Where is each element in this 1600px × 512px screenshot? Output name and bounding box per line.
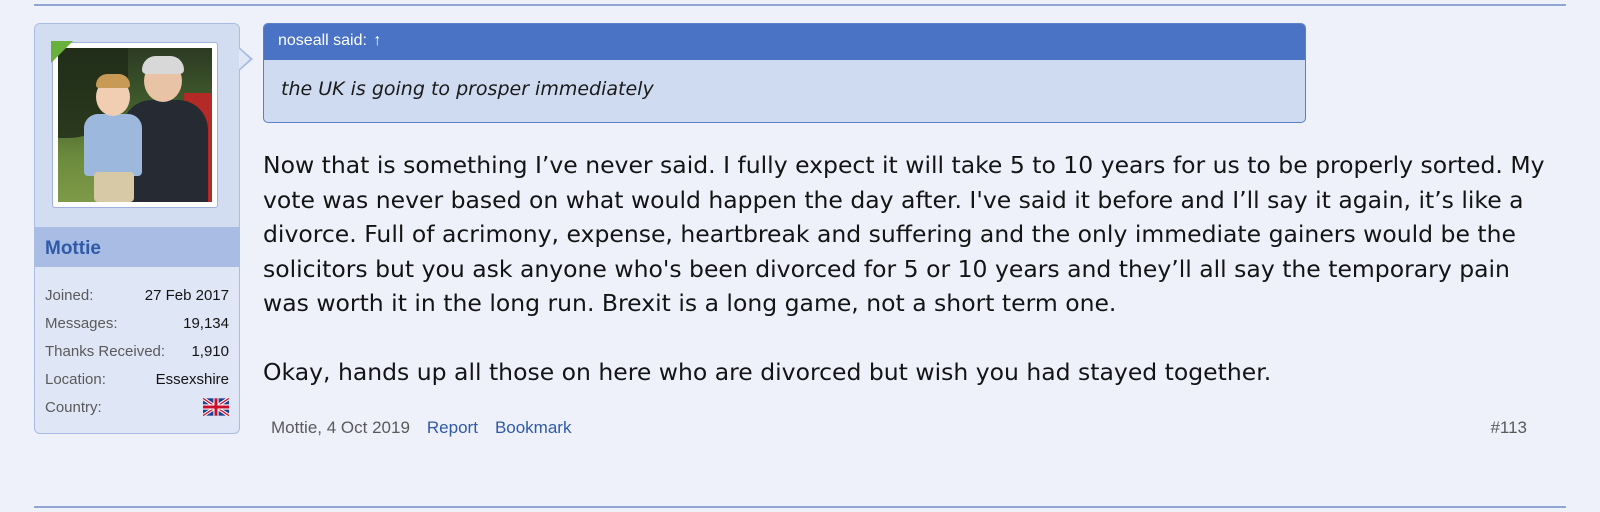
stat-location: Location: Essexshire	[45, 365, 229, 393]
user-stats: Joined: 27 Feb 2017 Messages: 19,134 Tha…	[35, 267, 239, 421]
bottom-divider	[34, 506, 1566, 508]
message-paragraph: Now that is something I’ve never said. I…	[263, 151, 1545, 317]
top-divider	[34, 4, 1566, 6]
stat-country: Country:	[45, 393, 229, 421]
avatar[interactable]	[52, 42, 218, 208]
quote-text: the UK is going to prosper immediately	[281, 78, 654, 100]
username[interactable]: Mottie	[35, 227, 239, 267]
online-ribbon-icon	[51, 41, 73, 63]
go-to-quoted-post-icon[interactable]: ↑	[373, 32, 381, 49]
stat-label: Country:	[45, 398, 102, 416]
report-link[interactable]: Report	[427, 418, 478, 438]
author-date[interactable]: Mottie, 4 Oct 2019	[271, 418, 410, 438]
quote-header[interactable]: noseall said: ↑	[264, 24, 1305, 60]
stat-label: Joined:	[45, 286, 94, 304]
stat-messages: Messages: 19,134	[45, 309, 229, 337]
uk-flag-icon	[203, 398, 229, 416]
stat-value: 27 Feb 2017	[144, 286, 229, 304]
message-footer: Mottie, 4 Oct 2019 Report Bookmark #113	[271, 418, 1527, 438]
message-paragraph: Okay, hands up all those on here who are…	[263, 357, 1272, 386]
stat-joined: Joined: 27 Feb 2017	[45, 281, 229, 309]
stat-value[interactable]: 19,134	[183, 315, 229, 332]
stat-label: Messages:	[45, 314, 118, 332]
stat-thanks: Thanks Received: 1,910	[45, 337, 229, 365]
bookmark-link[interactable]: Bookmark	[495, 418, 572, 438]
quote-block: noseall said: ↑ the UK is going to prosp…	[263, 23, 1306, 123]
stat-value: Essexshire	[155, 370, 229, 388]
stat-value: 1,910	[191, 342, 229, 360]
stat-value	[203, 398, 229, 416]
user-avatar-photo[interactable]	[58, 48, 212, 202]
stat-label: Location:	[45, 370, 106, 388]
stat-label: Thanks Received:	[45, 342, 166, 360]
post-number[interactable]: #113	[1490, 418, 1527, 438]
user-panel: Mottie Joined: 27 Feb 2017 Messages: 19,…	[34, 23, 253, 434]
message-body: Now that is something I’ve never said. I…	[263, 148, 1553, 389]
quote-author[interactable]: noseall said:	[278, 32, 367, 49]
